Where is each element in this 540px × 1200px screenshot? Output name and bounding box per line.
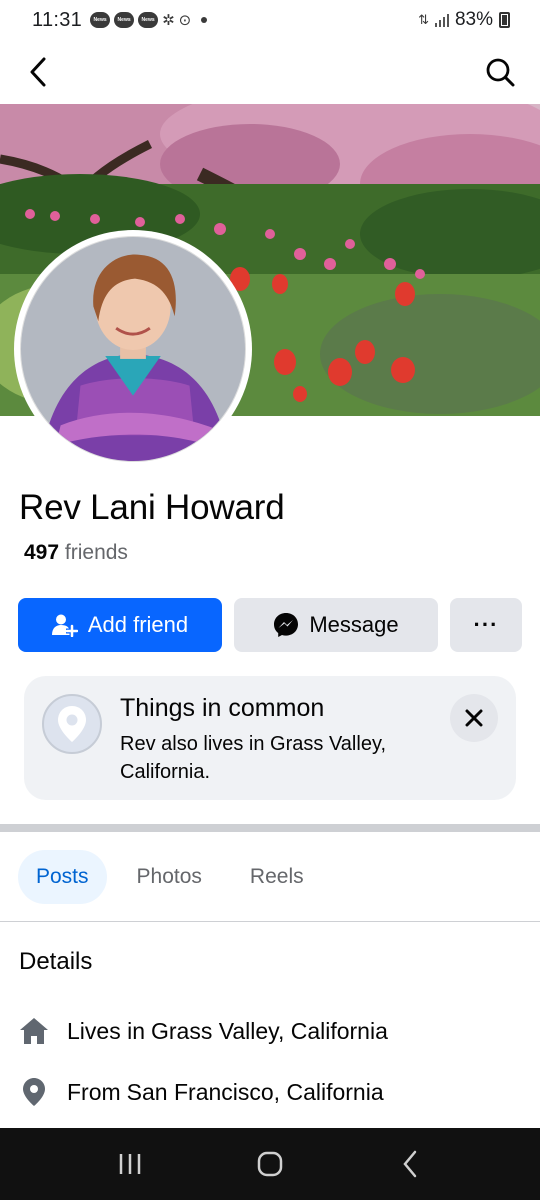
add-friend-icon <box>51 614 78 637</box>
app-header <box>0 42 540 104</box>
common-title: Things in common <box>120 694 325 722</box>
system-nav-bar <box>0 1128 540 1200</box>
messenger-icon <box>274 613 299 637</box>
profile-name: Rev Lani Howard <box>19 488 285 527</box>
recent-apps-button[interactable] <box>100 1139 160 1189</box>
more-options-button[interactable]: ··· <box>450 598 522 652</box>
data-transfer-icon: ⇅ <box>418 12 429 27</box>
friends-count-line[interactable]: 497 friends <box>24 541 128 565</box>
things-in-common-card: Things in common Rev also lives in Grass… <box>24 676 516 800</box>
location-pin-icon <box>42 694 102 754</box>
friends-label: friends <box>64 541 128 564</box>
status-right: ⇅ 83% <box>418 9 510 31</box>
home-circle-icon <box>257 1151 283 1177</box>
signal-icon <box>434 13 449 27</box>
tab-reels[interactable]: Reels <box>232 850 322 904</box>
message-button[interactable]: Message <box>234 598 438 652</box>
recent-apps-icon <box>119 1154 141 1174</box>
message-label: Message <box>309 612 399 637</box>
notification-icons: News News News ✲ ⊙ <box>90 11 208 29</box>
news-notification-icon: News <box>90 12 111 28</box>
friends-count: 497 <box>24 541 60 564</box>
back-arrow-icon <box>403 1150 417 1178</box>
lives-in-prefix: Lives in <box>67 1017 145 1044</box>
status-time: 11:31 <box>32 8 83 31</box>
more-options-label: ··· <box>473 612 499 637</box>
search-icon <box>486 58 515 87</box>
detail-lives-in: Lives in Grass Valley, California <box>18 1015 388 1047</box>
lives-in-value[interactable]: Grass Valley, California <box>151 1018 388 1045</box>
back-button[interactable] <box>18 52 58 92</box>
pinwheel-icon: ✲ <box>162 12 175 29</box>
news-notification-icon: News <box>114 12 135 28</box>
from-prefix: From <box>67 1078 121 1105</box>
more-notifications-dot-icon <box>201 17 208 23</box>
search-button[interactable] <box>480 52 520 92</box>
home-icon <box>18 1015 50 1047</box>
status-bar: 11:31 News News News ✲ ⊙ ⇅ 83% <box>0 0 540 40</box>
add-friend-button[interactable]: Add friend <box>18 598 222 652</box>
battery-icon <box>499 12 510 28</box>
detail-from: From San Francisco, California <box>18 1076 384 1108</box>
news-notification-icon: News <box>138 12 159 28</box>
add-friend-label: Add friend <box>87 612 189 637</box>
target-icon: ⊙ <box>178 12 192 29</box>
tab-photos[interactable]: Photos <box>119 850 220 904</box>
avatar-image <box>20 236 246 462</box>
battery-percent: 83% <box>454 9 493 30</box>
location-pin-icon <box>18 1076 50 1108</box>
tab-posts[interactable]: Posts <box>18 850 107 904</box>
details-heading: Details <box>19 948 93 975</box>
tabs-divider <box>0 921 540 922</box>
section-divider <box>0 824 540 832</box>
from-value[interactable]: San Francisco, California <box>127 1079 384 1106</box>
profile-avatar[interactable] <box>14 230 252 468</box>
home-button[interactable] <box>240 1139 300 1189</box>
chevron-left-icon <box>30 57 46 87</box>
dismiss-button[interactable] <box>450 694 498 742</box>
profile-tabs: Posts Photos Reels <box>18 850 334 904</box>
common-text: Rev also lives in Grass Valley, Californ… <box>120 733 387 783</box>
close-icon <box>465 709 483 727</box>
system-back-button[interactable] <box>380 1139 440 1189</box>
